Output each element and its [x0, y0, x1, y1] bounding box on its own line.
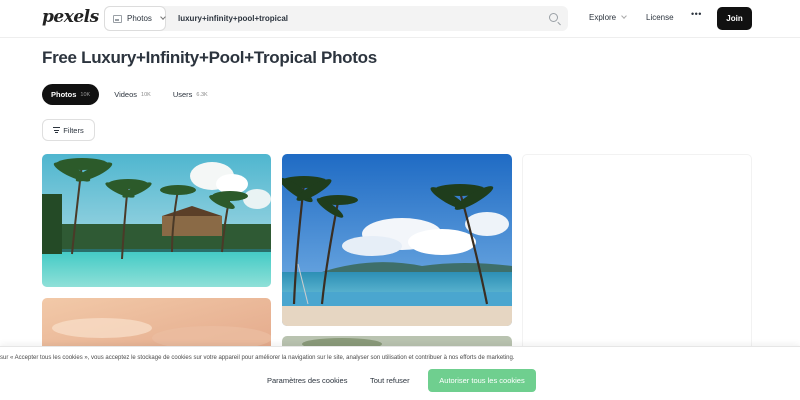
filters-button[interactable]: Filters: [42, 119, 95, 141]
tab-videos-label: Videos: [114, 90, 138, 99]
cookie-notice-text: sur « Accepter tous les cookies », vous …: [0, 355, 515, 361]
cookie-settings-button[interactable]: Paramètres des cookies: [267, 376, 347, 385]
chevron-down-icon: [160, 14, 166, 20]
filter-icon: [53, 127, 61, 133]
top-header: pexels Photos luxury+infinity+pool+tropi…: [0, 0, 800, 38]
page-title: Free Luxury+Infinity+Pool+Tropical Photo…: [42, 48, 377, 67]
beach-palms-photo: [282, 154, 512, 326]
nav-explore[interactable]: Explore: [589, 13, 627, 22]
nav-license[interactable]: License: [646, 13, 674, 22]
tab-videos-count: 10K: [141, 91, 151, 98]
join-button[interactable]: Join: [717, 7, 752, 30]
accept-all-cookies-button[interactable]: Autoriser tous les cookies: [428, 369, 536, 392]
cookie-banner: sur « Accepter tous les cookies », vous …: [0, 346, 800, 400]
tab-users-count: 6.3K: [196, 91, 208, 98]
photo-card[interactable]: [282, 154, 512, 326]
tab-photos[interactable]: Photos 10K: [42, 84, 100, 105]
more-menu-icon[interactable]: •••: [691, 9, 702, 19]
search-input[interactable]: luxury+infinity+pool+tropical: [178, 6, 288, 31]
tab-photos-label: Photos: [51, 90, 77, 99]
pexels-logo[interactable]: pexels: [42, 7, 99, 27]
tab-videos[interactable]: Videos 10K: [105, 84, 160, 105]
chevron-down-icon: [621, 13, 627, 19]
tab-users-label: Users: [172, 90, 193, 99]
search-bar[interactable]: Photos luxury+infinity+pool+tropical: [104, 6, 568, 31]
filters-label: Filters: [63, 125, 84, 135]
tab-photos-count: 10K: [80, 91, 91, 98]
media-tabs: Photos 10K Videos 10K Users 6.3K: [42, 84, 217, 105]
cookie-actions: Paramètres des cookies Tout refuser Auto…: [0, 369, 800, 393]
search-type-label: Photos: [127, 14, 152, 23]
search-type-dropdown[interactable]: Photos: [104, 6, 166, 31]
tab-users[interactable]: Users 6.3K: [164, 84, 217, 105]
pexels-search-page: pexels Photos luxury+infinity+pool+tropi…: [0, 0, 800, 400]
nav-explore-label: Explore: [589, 13, 617, 22]
photo-card[interactable]: [42, 154, 271, 287]
photo-placeholder: [522, 154, 752, 358]
search-icon[interactable]: [549, 13, 558, 22]
image-icon: [113, 14, 122, 23]
resort-pool-photo: [42, 154, 271, 287]
refuse-all-button[interactable]: Tout refuser: [370, 376, 410, 385]
